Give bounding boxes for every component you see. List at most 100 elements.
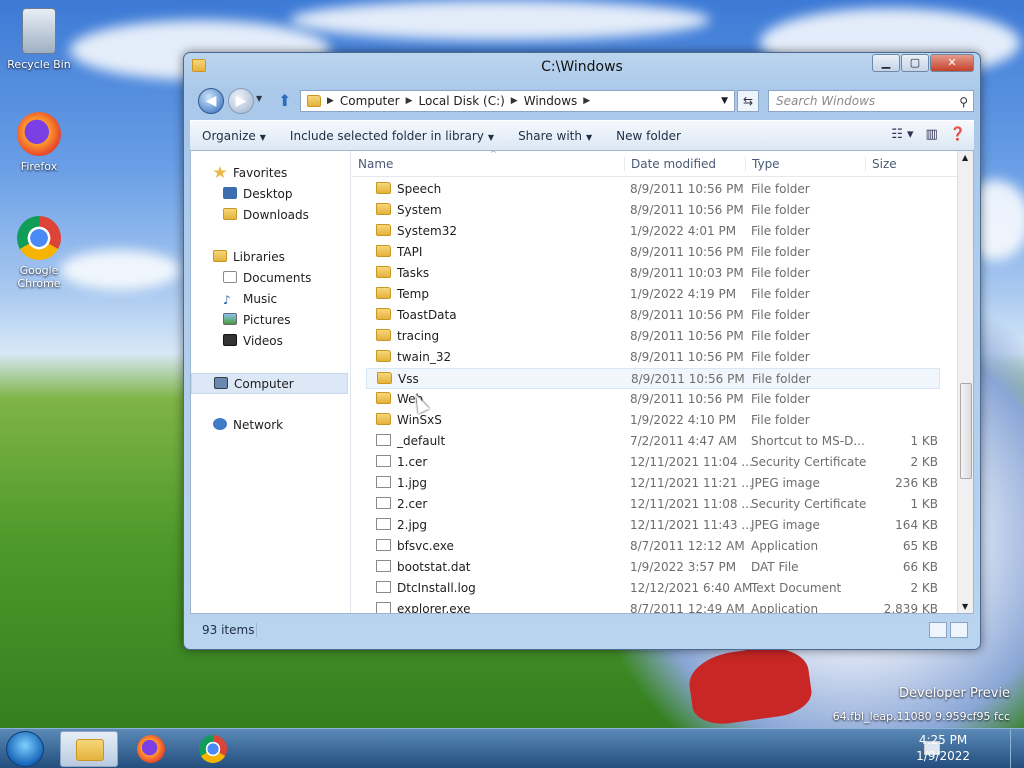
details-view-icon[interactable] <box>929 622 947 638</box>
nav-favorites[interactable]: Favorites <box>191 163 350 184</box>
show-desktop-button[interactable] <box>1010 729 1024 768</box>
breadcrumb-computer[interactable]: Computer <box>334 94 406 108</box>
breadcrumb-local-disk[interactable]: Local Disk (C:) <box>413 94 511 108</box>
nav-network[interactable]: Network <box>191 415 350 436</box>
file-date: 8/9/2011 10:03 PM <box>630 266 744 280</box>
column-type[interactable]: Type <box>745 157 780 171</box>
file-type: Shortcut to MS-D... <box>751 434 865 448</box>
file-row[interactable]: Speech 8/9/2011 10:56 PM File folder <box>366 179 940 200</box>
start-button[interactable] <box>6 731 44 767</box>
desktop-icon-google-chrome[interactable]: Google Chrome <box>4 216 74 290</box>
up-button[interactable]: ⬆ <box>278 91 291 110</box>
file-row[interactable]: explorer.exe 8/7/2011 12:49 AM Application… <box>366 599 940 613</box>
scrollbar-thumb[interactable] <box>960 383 972 479</box>
chrome-icon <box>17 216 61 260</box>
file-row[interactable]: 2.jpg 12/11/2021 11:43 ... JPEG image 164 K… <box>366 515 940 536</box>
help-icon[interactable]: ❓ <box>950 127 966 142</box>
forward-button[interactable]: ▶ <box>228 88 254 114</box>
image-icon <box>376 518 391 530</box>
file-row[interactable]: 1.cer 12/11/2021 11:04 ... Security Certif… <box>366 452 940 473</box>
column-header: ^ Name Date modified Type Size <box>352 151 957 177</box>
file-row[interactable]: System32 1/9/2022 4:01 PM File folder <box>366 221 940 242</box>
certificate-icon <box>376 497 391 509</box>
search-icon[interactable]: ⚲ <box>959 92 968 112</box>
music-icon: ♪ <box>223 293 231 307</box>
nav-libraries[interactable]: Libraries <box>191 247 350 268</box>
file-row[interactable]: bootstat.dat 1/9/2022 3:57 PM DAT File 66 K… <box>366 557 940 578</box>
scroll-up-icon[interactable]: ▲ <box>962 153 968 162</box>
refresh-button[interactable]: ⇆ <box>737 90 759 112</box>
folder-icon <box>376 308 391 320</box>
file-row[interactable]: _default 7/2/2011 4:47 AM Shortcut to MS-D… <box>366 431 940 452</box>
scroll-down-icon[interactable]: ▼ <box>962 602 968 611</box>
vertical-scrollbar[interactable]: ▲ ▼ <box>957 151 973 613</box>
column-name[interactable]: Name <box>352 157 393 171</box>
system-clock[interactable]: 4:25 PM 1/9/2022 <box>916 732 970 764</box>
address-bar[interactable]: ▶ Computer ▶ Local Disk (C:) ▶ Windows ▶… <box>300 90 735 112</box>
nav-videos[interactable]: Videos <box>191 331 350 352</box>
nav-documents[interactable]: Documents <box>191 268 350 289</box>
file-row[interactable]: tracing 8/9/2011 10:56 PM File folder <box>366 326 940 347</box>
file-name: WinSxS <box>376 410 442 431</box>
file-row[interactable]: DtcInstall.log 12/12/2021 6:40 AM Text Doc… <box>366 578 940 599</box>
taskbar-explorer[interactable] <box>60 731 118 767</box>
clock-time: 4:25 PM <box>918 733 968 747</box>
file-row[interactable]: ToastData 8/9/2011 10:56 PM File folder <box>366 305 940 326</box>
desktop-icon-recycle-bin[interactable]: Recycle Bin <box>4 8 74 71</box>
column-date-modified[interactable]: Date modified <box>624 157 716 171</box>
minimize-button[interactable]: ▁ <box>872 54 900 72</box>
address-dropdown-icon[interactable]: ▼ <box>721 96 728 106</box>
file-row[interactable]: TAPI 8/9/2011 10:56 PM File folder <box>366 242 940 263</box>
app-icon <box>376 539 391 551</box>
taskbar-chrome[interactable] <box>184 731 242 767</box>
file-row[interactable]: Temp 1/9/2022 4:19 PM File folder <box>366 284 940 305</box>
nav-pictures[interactable]: Pictures <box>191 310 350 331</box>
nav-computer[interactable]: Computer <box>191 373 348 394</box>
file-row[interactable]: WinSxS 1/9/2022 4:10 PM File folder <box>366 410 940 431</box>
back-button[interactable]: ◀ <box>198 88 224 114</box>
nav-desktop[interactable]: Desktop <box>191 184 350 205</box>
close-button[interactable]: ✕ <box>930 54 974 72</box>
explorer-window: C:\Windows ▁ ▢ ✕ ◀ ▶ ▼ ⬆ ▶ Computer ▶ Lo… <box>183 52 981 650</box>
preview-pane-icon[interactable]: ▥ <box>926 127 938 142</box>
view-switcher <box>929 622 968 638</box>
large-icons-view-icon[interactable] <box>950 622 968 638</box>
file-type: Application <box>751 602 819 613</box>
search-input[interactable]: Search Windows ⚲ <box>768 90 974 112</box>
file-name: Tasks <box>376 263 429 284</box>
file-type: File folder <box>751 308 810 322</box>
file-row[interactable]: System 8/9/2011 10:56 PM File folder <box>366 200 940 221</box>
maximize-button[interactable]: ▢ <box>901 54 929 72</box>
breadcrumb-windows[interactable]: Windows <box>518 94 584 108</box>
nav-label: Network <box>233 418 284 432</box>
explorer-icon <box>76 739 104 761</box>
taskbar-firefox[interactable] <box>122 731 180 767</box>
share-with-menu[interactable]: Share with ▼ <box>506 129 604 143</box>
file-size: 2,839 KB <box>883 602 938 613</box>
file-name: bootstat.dat <box>376 557 471 578</box>
include-in-library-menu[interactable]: Include selected folder in library ▼ <box>278 129 506 143</box>
desktop-icon-firefox[interactable]: Firefox <box>4 112 74 173</box>
star-icon <box>213 166 227 178</box>
file-row[interactable]: Tasks 8/9/2011 10:03 PM File folder <box>366 263 940 284</box>
status-bar: 93 items <box>190 617 974 643</box>
file-date: 8/9/2011 10:56 PM <box>630 350 744 364</box>
nav-music[interactable]: ♪ Music <box>191 289 350 310</box>
file-row[interactable]: Vss 8/9/2011 10:56 PM File folder <box>366 368 940 389</box>
file-row[interactable]: 1.jpg 12/11/2021 11:21 ... JPEG image 236 K… <box>366 473 940 494</box>
new-folder-button[interactable]: New folder <box>604 129 693 143</box>
recent-pages-dropdown[interactable]: ▼ <box>256 94 262 103</box>
watermark-build-title: Developer Previe <box>899 686 1010 701</box>
content-area: Favorites Desktop Downloads Libraries Do… <box>190 150 974 614</box>
nav-downloads[interactable]: Downloads <box>191 205 350 226</box>
file-row[interactable]: twain_32 8/9/2011 10:56 PM File folder <box>366 347 940 368</box>
nav-label: Pictures <box>243 313 291 327</box>
file-row[interactable]: Web 8/9/2011 10:56 PM File folder <box>366 389 940 410</box>
file-row[interactable]: 2.cer 12/11/2021 11:08 ... Security Certif… <box>366 494 940 515</box>
file-type: Security Certificate <box>751 497 867 511</box>
file-row[interactable]: bfsvc.exe 8/7/2011 12:12 AM Application 65 … <box>366 536 940 557</box>
nav-label: Libraries <box>233 250 285 264</box>
organize-menu[interactable]: Organize ▼ <box>190 129 278 143</box>
change-view-icon[interactable]: ☷ ▾ <box>891 127 913 142</box>
column-size[interactable]: Size <box>865 157 897 171</box>
